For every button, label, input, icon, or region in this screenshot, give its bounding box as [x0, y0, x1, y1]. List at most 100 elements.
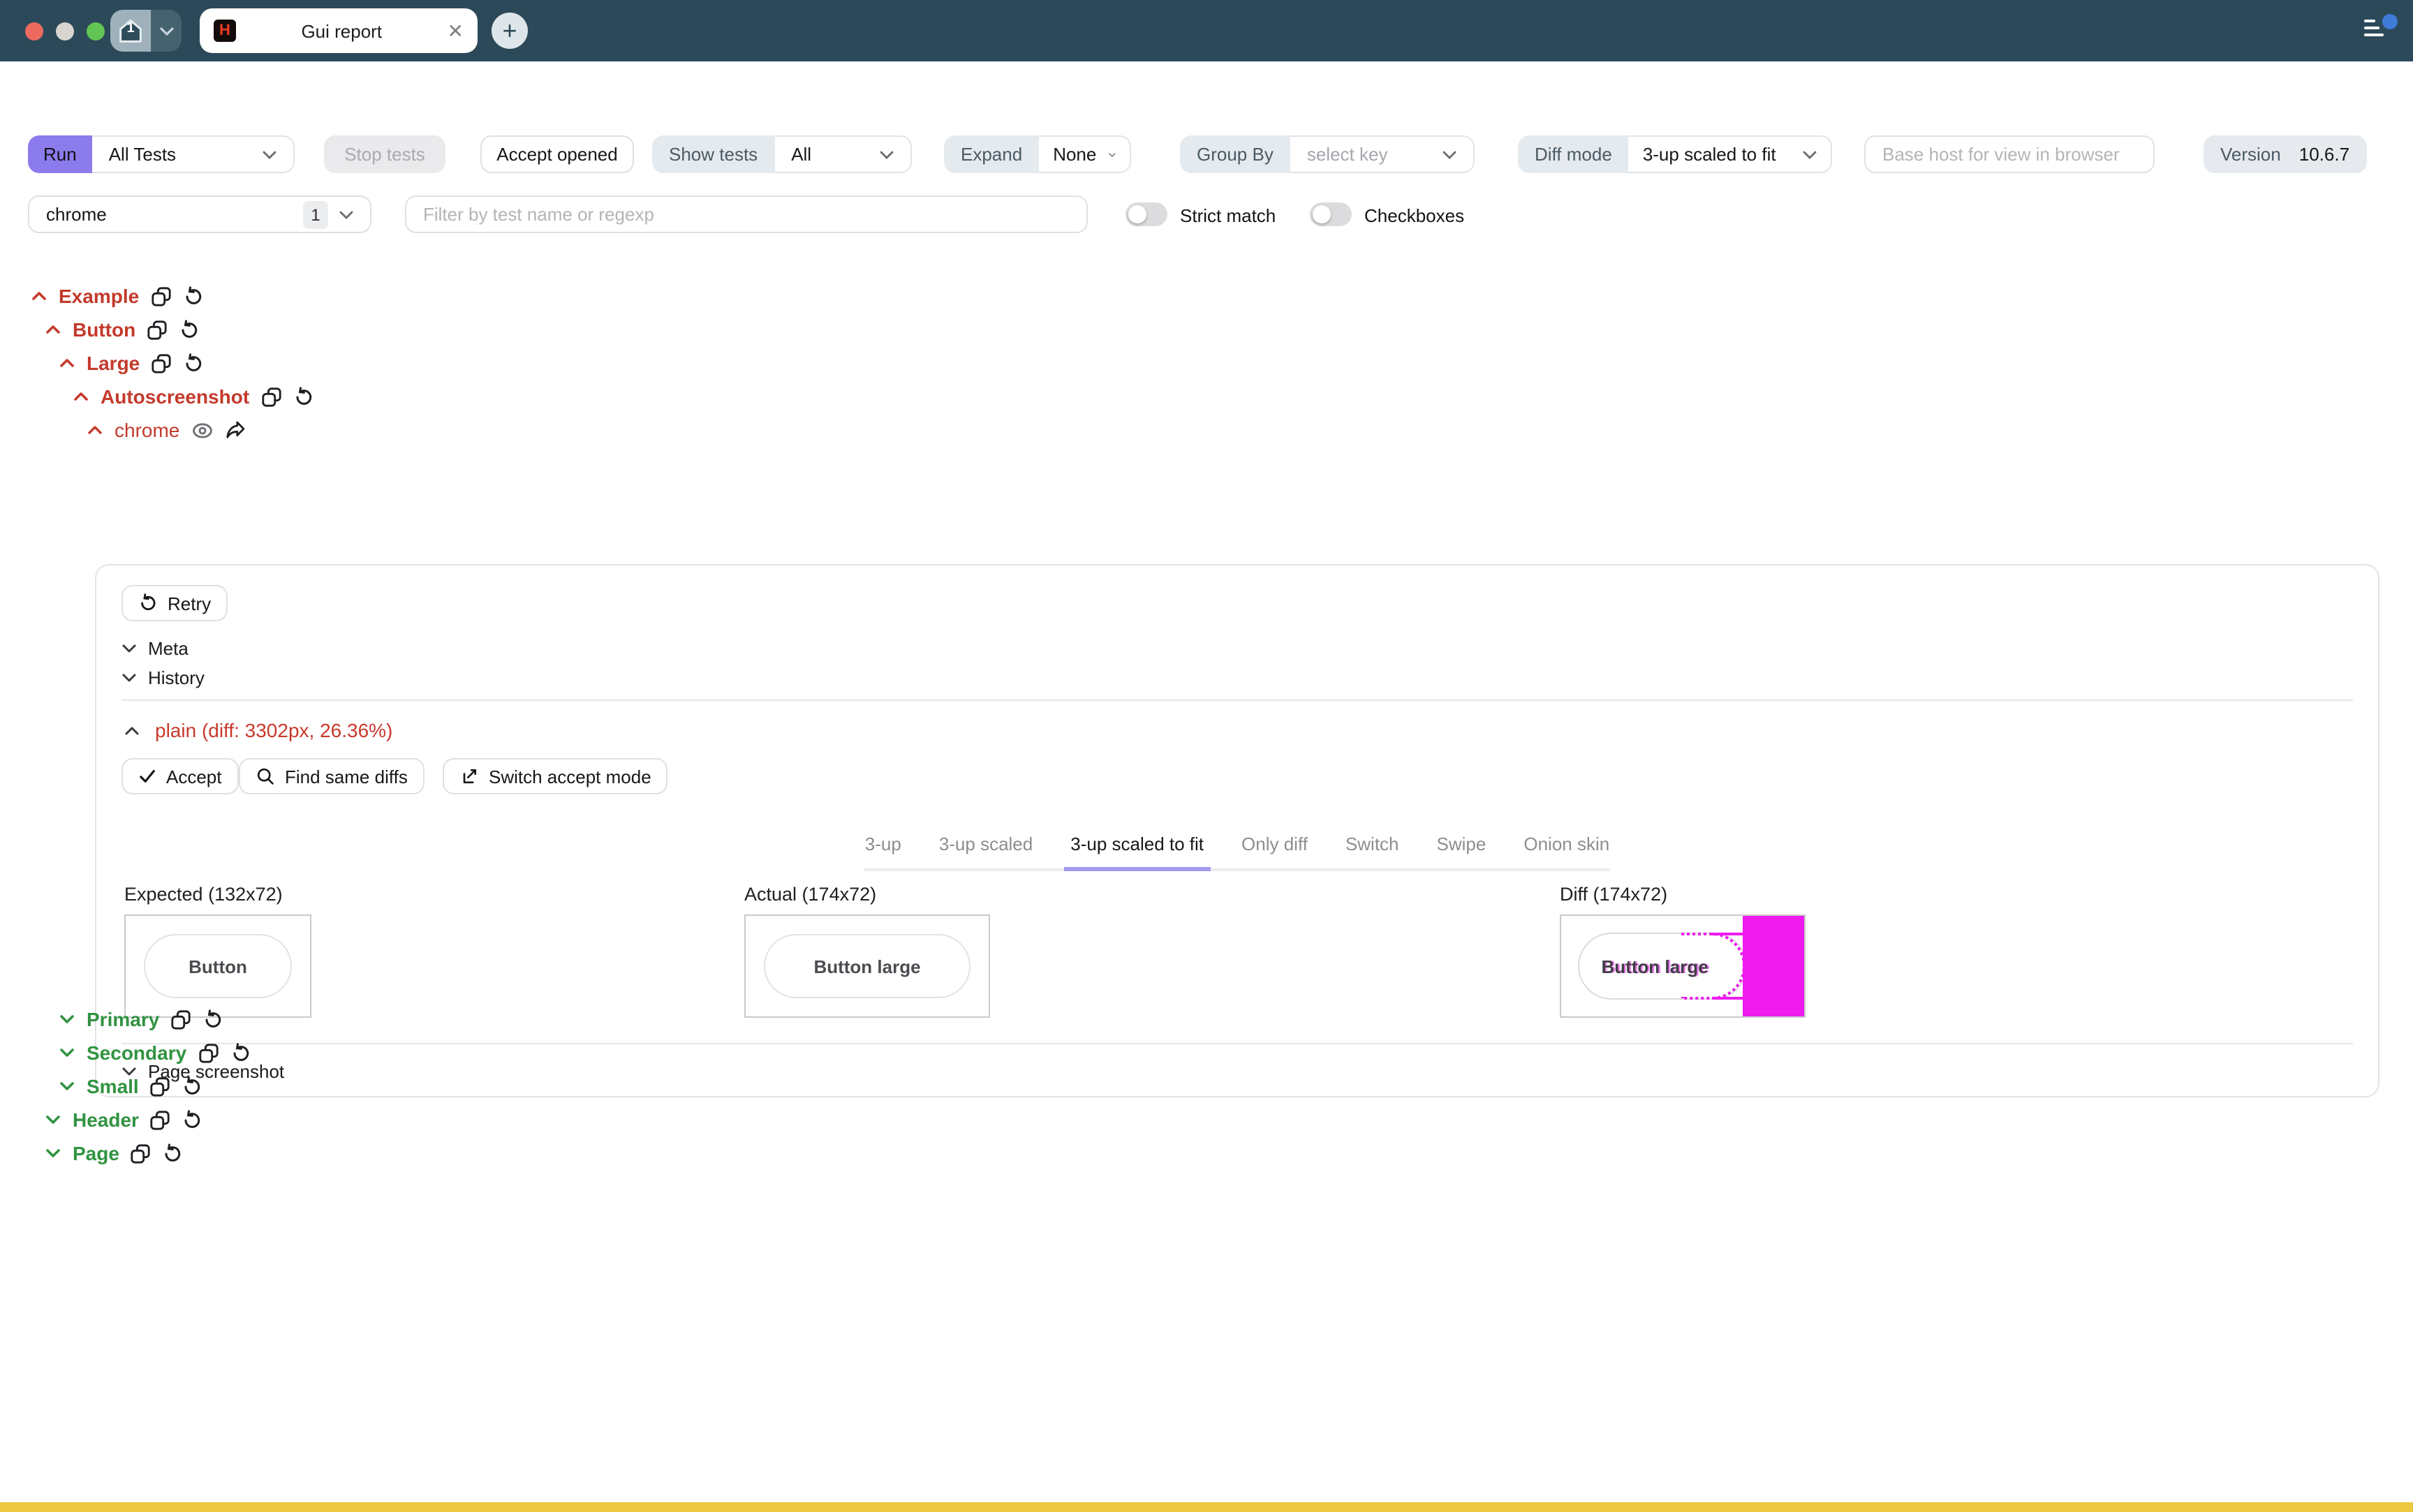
- chevron-up-icon[interactable]: [45, 324, 61, 335]
- copy-icon[interactable]: [131, 1143, 152, 1164]
- tab-3-up[interactable]: 3-up: [865, 833, 901, 868]
- show-tests-control: Show tests All: [652, 135, 911, 173]
- diff-mode-label: Diff mode: [1518, 135, 1629, 173]
- browser-select[interactable]: chrome 1: [28, 195, 371, 233]
- tree-item-label[interactable]: Page: [73, 1139, 119, 1167]
- tree-item-label[interactable]: Autoscreenshot: [101, 383, 249, 410]
- tab-onion-skin[interactable]: Onion skin: [1523, 833, 1609, 868]
- browser-select-count: 1: [303, 200, 328, 228]
- tree-item-small[interactable]: Small: [59, 1072, 203, 1100]
- divider: [121, 699, 2353, 701]
- chevron-down-icon[interactable]: [59, 1014, 75, 1025]
- tree-item-label[interactable]: Example: [59, 282, 139, 310]
- tree-item-button[interactable]: Button: [45, 316, 200, 343]
- tree-item-label[interactable]: Large: [87, 349, 140, 377]
- diff-mode-select[interactable]: 3-up scaled to fit: [1629, 135, 1833, 173]
- actual-screenshot[interactable]: Button large: [744, 914, 990, 1018]
- run-button[interactable]: Run: [28, 135, 92, 173]
- retry-icon[interactable]: [230, 1042, 251, 1063]
- eye-icon[interactable]: [191, 421, 213, 439]
- copy-icon[interactable]: [170, 1009, 191, 1030]
- copy-icon[interactable]: [150, 286, 171, 306]
- tab-3-up-scaled-to-fit[interactable]: 3-up scaled to fit: [1070, 833, 1204, 868]
- strict-match-toggle[interactable]: [1126, 202, 1167, 226]
- run-scope-select[interactable]: All Tests: [92, 135, 295, 173]
- tree-item-label[interactable]: Button: [73, 316, 135, 343]
- browser-tab-bar: 1 H Gui report ✕ +: [0, 0, 2413, 61]
- actual-button-image: Button large: [764, 934, 971, 998]
- tab-switch[interactable]: Switch: [1345, 833, 1399, 868]
- window-close-button[interactable]: [25, 22, 43, 40]
- tree-item-example[interactable]: Example: [31, 282, 203, 310]
- tab-close-icon[interactable]: ✕: [448, 21, 464, 40]
- tab-list-chevron[interactable]: [151, 10, 182, 52]
- retry-icon[interactable]: [179, 319, 200, 340]
- chevron-down-icon[interactable]: [45, 1148, 61, 1159]
- show-tests-select[interactable]: All: [774, 135, 911, 173]
- copy-icon[interactable]: [150, 1076, 171, 1097]
- tab-only-diff[interactable]: Only diff: [1241, 833, 1308, 868]
- retry-icon[interactable]: [182, 286, 203, 306]
- window-zoom-button[interactable]: [87, 22, 105, 40]
- switch-accept-mode-button[interactable]: Switch accept mode: [443, 758, 668, 794]
- chevron-up-icon[interactable]: [73, 391, 89, 402]
- diff-screenshot[interactable]: Button large: [1560, 914, 1806, 1018]
- copy-icon[interactable]: [151, 353, 172, 373]
- tree-item-chrome-browser[interactable]: chrome: [87, 416, 245, 444]
- retry-icon[interactable]: [182, 1076, 203, 1097]
- tree-item-autoscreenshot[interactable]: Autoscreenshot: [73, 383, 313, 410]
- checkboxes-toggle[interactable]: [1310, 202, 1352, 226]
- profile-avatar[interactable]: [2382, 14, 2398, 29]
- assert-view-header[interactable]: plain (diff: 3302px, 26.36%): [124, 719, 392, 741]
- test-filter-input[interactable]: [405, 195, 1088, 233]
- accept-button[interactable]: Accept: [121, 758, 239, 794]
- tree-item-large[interactable]: Large: [59, 349, 204, 377]
- new-tab-button[interactable]: +: [492, 13, 528, 49]
- tab-swipe[interactable]: Swipe: [1437, 833, 1486, 868]
- chevron-up-icon[interactable]: [87, 424, 103, 436]
- copy-icon[interactable]: [147, 319, 168, 340]
- find-same-diffs-button[interactable]: Find same diffs: [239, 758, 425, 794]
- chevron-down-icon: [1109, 150, 1116, 158]
- retry-icon[interactable]: [163, 1143, 184, 1164]
- chevron-down-icon[interactable]: [59, 1047, 75, 1058]
- copy-icon[interactable]: [198, 1042, 219, 1063]
- chevron-down-icon[interactable]: [45, 1114, 61, 1125]
- retry-icon[interactable]: [182, 1109, 203, 1130]
- chevron-up-icon[interactable]: [59, 357, 75, 369]
- retry-icon: [138, 593, 158, 613]
- history-collapser[interactable]: History: [121, 667, 205, 688]
- tree-item-page[interactable]: Page: [45, 1139, 184, 1167]
- expected-screenshot[interactable]: Button: [124, 914, 311, 1018]
- tree-item-primary[interactable]: Primary: [59, 1005, 223, 1033]
- stop-tests-button[interactable]: Stop tests: [324, 135, 445, 173]
- retry-icon[interactable]: [293, 386, 313, 407]
- browser-menu-icon[interactable]: [2364, 20, 2384, 36]
- tree-item-label[interactable]: Primary: [87, 1005, 159, 1033]
- tree-item-secondary[interactable]: Secondary: [59, 1039, 251, 1067]
- browser-tab[interactable]: H Gui report ✕: [200, 8, 478, 53]
- retry-icon[interactable]: [183, 353, 204, 373]
- tab-counter[interactable]: 1: [110, 10, 182, 52]
- copy-icon[interactable]: [260, 386, 281, 407]
- tree-item-label[interactable]: chrome: [115, 416, 179, 444]
- meta-collapser[interactable]: Meta: [121, 638, 189, 659]
- retry-button[interactable]: Retry: [121, 585, 228, 621]
- tree-item-header[interactable]: Header: [45, 1106, 203, 1134]
- chevron-down-icon[interactable]: [59, 1081, 75, 1092]
- chevron-up-icon[interactable]: [31, 290, 47, 302]
- accept-opened-button[interactable]: Accept opened: [480, 135, 634, 173]
- browser-select-value: chrome: [46, 204, 292, 225]
- group-by-select[interactable]: select key: [1290, 135, 1475, 173]
- retry-icon[interactable]: [202, 1009, 223, 1030]
- expand-select[interactable]: None: [1039, 135, 1131, 173]
- tab-3-up-scaled[interactable]: 3-up scaled: [939, 833, 1033, 868]
- tab-title: Gui report: [236, 20, 448, 41]
- tree-item-label[interactable]: Small: [87, 1072, 139, 1100]
- copy-icon[interactable]: [150, 1109, 171, 1130]
- tree-item-label[interactable]: Secondary: [87, 1039, 186, 1067]
- tree-item-label[interactable]: Header: [73, 1106, 139, 1134]
- window-minimize-button[interactable]: [56, 22, 74, 40]
- share-icon[interactable]: [224, 420, 245, 440]
- base-host-input[interactable]: [1864, 135, 2155, 173]
